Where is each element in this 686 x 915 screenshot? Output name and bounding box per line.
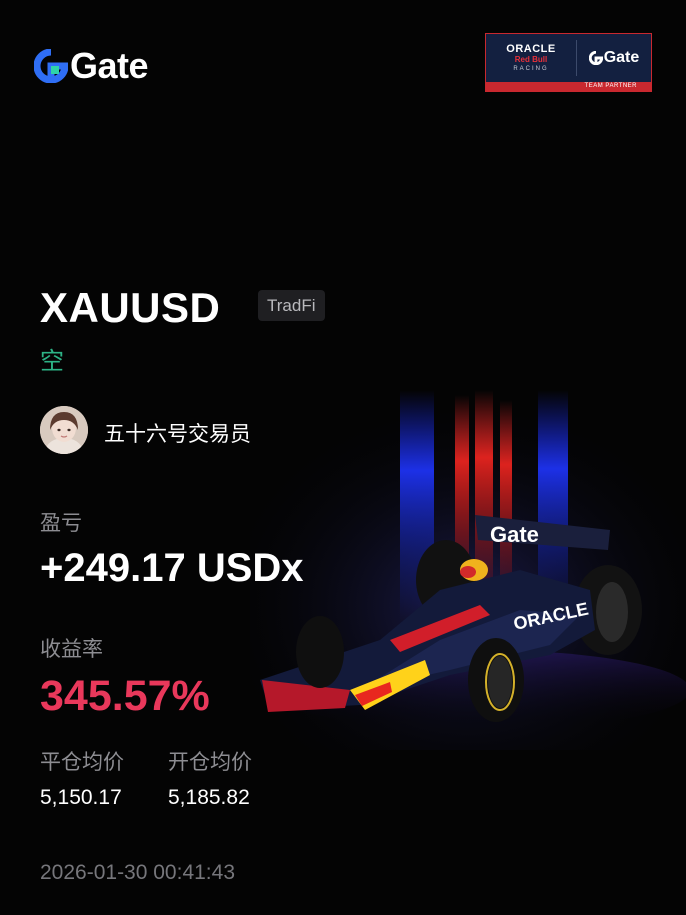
pnl-label: 盈亏 [40,512,82,535]
car-wing-text: Gate [490,522,539,547]
pnl-share-card: Gate ORACLE Red Bull RACING Gate TEAM PA… [0,0,686,915]
f1-car-image: Gate ORACLE [250,390,686,750]
open-price-label: 开仓均价 [168,751,252,774]
avatar-image [40,406,88,454]
partner-oracle-text: ORACLE [506,43,556,55]
partner-strip: TEAM PARTNER [486,82,651,91]
open-price-value: 5,185.82 [168,786,250,809]
return-rate-label: 收益率 [40,638,103,661]
team-partner-badge: ORACLE Red Bull RACING Gate TEAM PARTNER [485,33,652,92]
pnl-value: +249.17 USDx [40,546,304,590]
trader-avatar [40,406,88,454]
gate-logo-icon [34,49,68,83]
trader-name: 五十六号交易员 [104,423,251,446]
return-rate-value: 345.57% [40,672,210,720]
position-direction: 空 [40,348,64,375]
close-price-label: 平仓均价 [40,751,124,774]
redbull-racing-logo: ORACLE Red Bull RACING [486,40,577,76]
close-price-value: 5,150.17 [40,786,122,809]
gate-mini-icon [588,51,603,65]
partner-redbull-text: Red Bull [514,55,548,64]
trading-symbol: XAUUSD [40,284,221,331]
partner-racing-text: RACING [513,66,549,72]
partner-gate-logo: Gate [577,49,651,67]
partner-gate-text: Gate [603,49,640,66]
market-tag: TradFi [258,290,325,321]
logo-text: Gate [70,45,149,86]
timestamp: 2026-01-30 00:41:43 [40,861,235,884]
gate-logo: Gate [34,45,149,86]
